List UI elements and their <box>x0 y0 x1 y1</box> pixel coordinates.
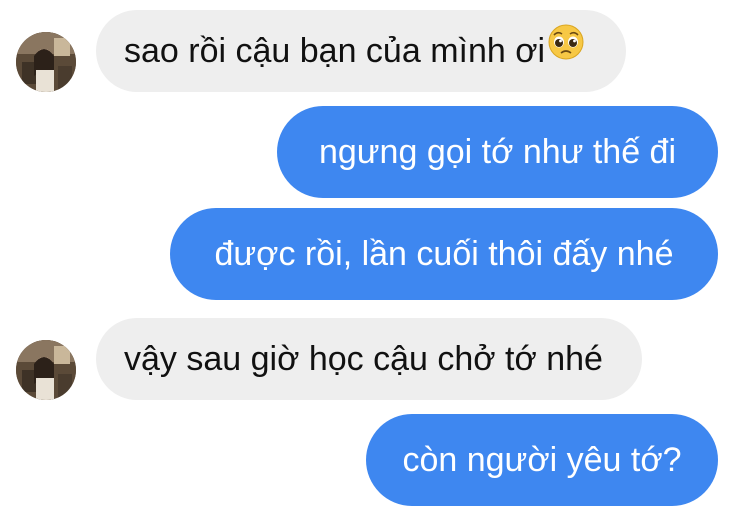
message-text: vậy sau giờ học cậu chở tớ nhé <box>124 340 603 378</box>
message-bubble-outgoing[interactable]: còn người yêu tớ? <box>366 414 718 506</box>
message-text: sao rồi cậu bạn của mình ơi <box>124 32 546 70</box>
pleading-face-icon <box>547 9 585 91</box>
message-bubble-incoming[interactable]: vậy sau giờ học cậu chở tớ nhé <box>96 318 642 400</box>
message-text: ngưng gọi tớ như thế đi <box>318 133 677 171</box>
message-bubble-outgoing[interactable]: được rồi, lần cuối thôi đấy nhé <box>170 208 718 300</box>
message-bubble-incoming[interactable]: sao rồi cậu bạn của mình ơi <box>96 10 626 92</box>
message-bubble-outgoing[interactable]: ngưng gọi tớ như thế đi <box>277 106 718 198</box>
contact-avatar[interactable] <box>16 32 76 92</box>
contact-avatar[interactable] <box>16 340 76 400</box>
message-text: được rồi, lần cuối thôi đấy nhé <box>214 235 674 273</box>
message-text: còn người yêu tớ? <box>402 441 682 479</box>
